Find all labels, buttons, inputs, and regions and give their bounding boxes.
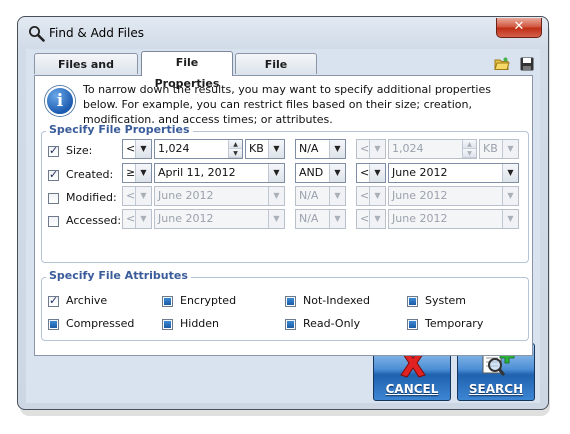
not-indexed-checkbox[interactable]: [285, 296, 296, 307]
size-value2-input[interactable]: 1,024 ▲ ▼: [388, 139, 477, 159]
archive-checkbox[interactable]: [48, 294, 59, 307]
save-disk-icon[interactable]: [520, 57, 534, 74]
temporary-checkbox[interactable]: [407, 319, 418, 330]
info-icon: i: [45, 86, 75, 116]
accessed-label: Accessed:: [66, 214, 122, 227]
size-value-input[interactable]: 1,024 ▲ ▼: [154, 139, 243, 159]
file-properties-panel: i To narrow down the results, you may wa…: [34, 75, 533, 356]
modified-date-picker[interactable]: June 2012 ▼: [154, 186, 285, 206]
search-label: SEARCH: [468, 382, 524, 396]
created-label: Created:: [66, 168, 114, 181]
find-add-files-window: Find & Add Files ✕ Files and Folders Fil…: [17, 16, 549, 410]
accessed-conjunction-select[interactable]: N/A ▼: [295, 209, 346, 229]
file-properties-title: Specify File Properties: [46, 123, 193, 136]
system-checkbox[interactable]: [407, 296, 418, 307]
file-attributes-title: Specify File Attributes: [46, 269, 191, 282]
window-title: Find & Add Files: [49, 26, 144, 40]
tab-file-contents[interactable]: File Contents: [235, 53, 317, 92]
info-text: To narrow down the results, you may want…: [83, 83, 491, 126]
cancel-label: CANCEL: [385, 382, 439, 396]
size-operator-select[interactable]: < ▼: [122, 139, 152, 159]
close-icon: ✕: [513, 19, 525, 34]
system-label: System: [425, 294, 467, 307]
size-checkbox[interactable]: [48, 144, 59, 157]
hidden-label: Hidden: [180, 317, 220, 330]
size-operator2-select[interactable]: < ▼: [356, 139, 386, 159]
created-date2-picker[interactable]: June 2012 ▼: [388, 163, 519, 183]
tab-files-and-folders[interactable]: Files and Folders: [34, 53, 138, 92]
archive-label: Archive: [66, 294, 108, 307]
dialog-client: Files and Folders File Properties File C…: [26, 49, 540, 403]
modified-checkbox[interactable]: [48, 193, 59, 204]
not-indexed-label: Not-Indexed: [303, 294, 370, 307]
modified-operator2-select[interactable]: < ▼: [356, 186, 386, 206]
read-only-checkbox[interactable]: [285, 319, 296, 330]
size-unit-select[interactable]: KB ▼: [245, 139, 285, 159]
accessed-operator2-select[interactable]: < ▼: [356, 209, 386, 229]
modified-operator-select[interactable]: < ▼: [122, 186, 152, 206]
size-label: Size:: [66, 144, 93, 157]
modified-date2-picker[interactable]: June 2012 ▼: [388, 186, 519, 206]
file-attributes-group: Specify File Attributes Archive Encrypte…: [41, 269, 529, 341]
size-conjunction-select[interactable]: N/A ▼: [295, 139, 346, 159]
size-unit2-select[interactable]: KB ▼: [479, 139, 519, 159]
temporary-label: Temporary: [425, 317, 484, 330]
accessed-date-picker[interactable]: June 2012 ▼: [154, 209, 285, 229]
compressed-checkbox[interactable]: [48, 319, 59, 330]
accessed-date2-picker[interactable]: June 2012 ▼: [388, 209, 519, 229]
created-date-picker[interactable]: April 11, 2012 ▼: [154, 163, 285, 183]
compressed-label: Compressed: [66, 317, 135, 330]
title-bar: Find & Add Files ✕: [18, 17, 548, 49]
file-properties-group: Specify File Properties Size: <▼ 1,024▲▼…: [41, 123, 529, 263]
encrypted-label: Encrypted: [180, 294, 237, 307]
accessed-operator-select[interactable]: < ▼: [122, 209, 152, 229]
modified-conjunction-select[interactable]: N/A ▼: [295, 186, 346, 206]
read-only-label: Read-Only: [303, 317, 361, 330]
close-button[interactable]: ✕: [496, 18, 542, 38]
created-checkbox[interactable]: [48, 168, 59, 181]
hidden-checkbox[interactable]: [162, 319, 173, 330]
accessed-checkbox[interactable]: [48, 216, 59, 227]
created-operator-select[interactable]: ≥ ▼: [122, 163, 152, 183]
modified-label: Modified:: [66, 191, 117, 204]
magnifier-icon: [28, 25, 45, 42]
encrypted-checkbox[interactable]: [162, 296, 173, 307]
created-conjunction-select[interactable]: AND ▼: [295, 163, 346, 183]
open-folder-icon[interactable]: [493, 57, 510, 74]
tab-file-properties[interactable]: File Properties: [141, 51, 233, 90]
created-operator2-select[interactable]: < ▼: [356, 163, 386, 183]
